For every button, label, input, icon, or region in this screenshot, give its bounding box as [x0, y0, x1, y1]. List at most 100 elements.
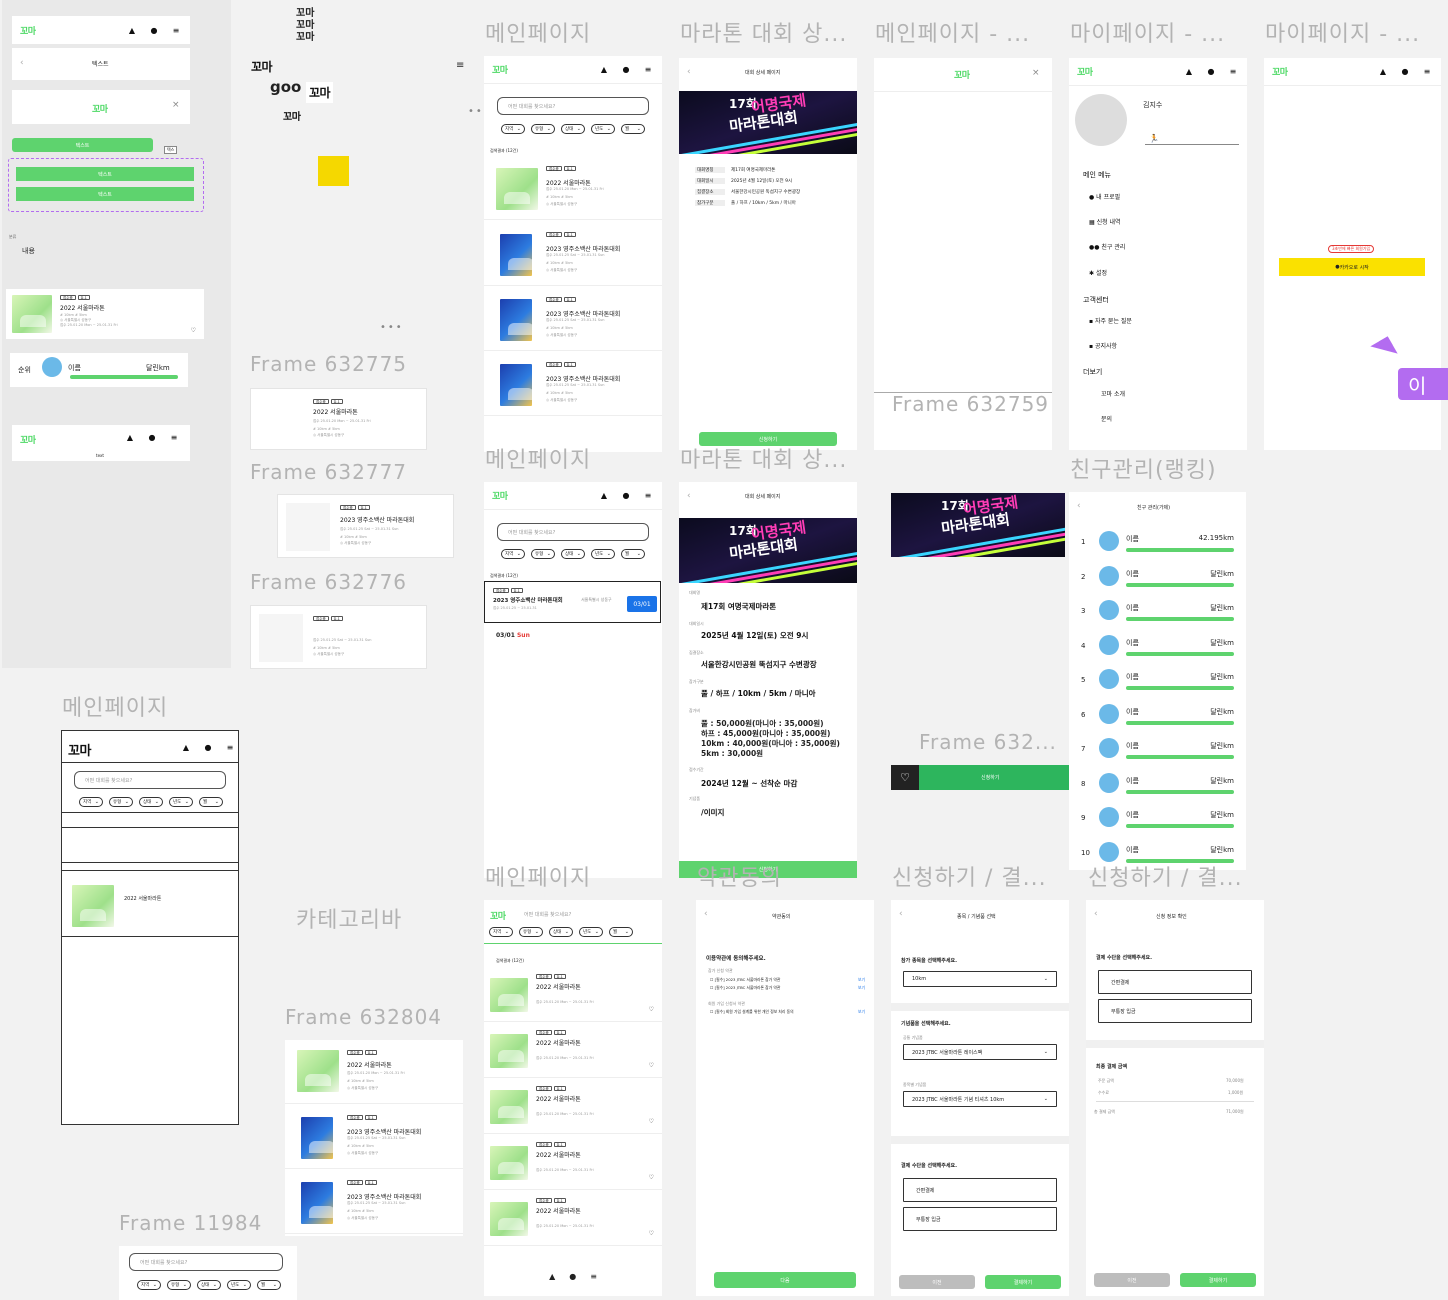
- menu-icon[interactable]: ≡: [456, 60, 464, 71]
- search-input[interactable]: 어떤 대회를 찾으세요?: [74, 771, 226, 789]
- user-icon[interactable]: ●: [148, 24, 160, 36]
- rank-row[interactable]: 1 이름 42.195km: [1069, 526, 1246, 560]
- menu-icon[interactable]: ≡: [642, 490, 654, 502]
- user-icon[interactable]: ●: [620, 490, 632, 502]
- rank-row[interactable]: 6 이름 달린km: [1069, 699, 1246, 733]
- search-input[interactable]: 어떤 대회를 찾으세요?: [129, 1253, 283, 1271]
- pay-easy-option[interactable]: 간편결제: [1098, 970, 1252, 994]
- filter-year[interactable]: 년도 ⌄: [591, 549, 615, 559]
- kakao-login-button[interactable]: ● 카카오로 시작: [1279, 258, 1425, 276]
- search-input[interactable]: 어떤 대회를 찾으세요?: [497, 97, 649, 115]
- list-item[interactable]: 접수중 D-1 2023 영주소백산 마라톤대회 접수 25.01.25 Sat …: [484, 287, 662, 351]
- see-link[interactable]: 보기: [858, 977, 865, 983]
- filter-year[interactable]: 년도 ⌄: [591, 124, 615, 134]
- user-icon[interactable]: ●: [146, 431, 158, 443]
- filter-type[interactable]: 유형 ⌄: [531, 549, 555, 559]
- filter-type[interactable]: 유형 ⌄: [167, 1280, 191, 1290]
- user-icon[interactable]: ●: [620, 64, 632, 76]
- menu-item-contact[interactable]: 문의: [1101, 414, 1112, 423]
- pay-easy-option[interactable]: 간편결제: [903, 1178, 1057, 1202]
- apply-button[interactable]: 신청하기: [981, 774, 999, 781]
- race-card-empty[interactable]: 접수중 D-1 접수 25.01.25 Sat ~ 25.01.31 Sun # …: [250, 605, 427, 669]
- rank-row[interactable]: 5 이름 달린km: [1069, 664, 1246, 698]
- heart-icon[interactable]: ♡: [649, 1174, 654, 1181]
- filter-year[interactable]: 년도 ⌄: [227, 1280, 251, 1290]
- menu-icon[interactable]: ≡: [170, 24, 182, 36]
- pay-button[interactable]: 결제하기: [1180, 1273, 1256, 1287]
- filter-region[interactable]: 지역 ⌄: [501, 549, 525, 559]
- see-link[interactable]: 보기: [858, 985, 865, 991]
- menu-item-profile[interactable]: ● 내 프로필: [1089, 192, 1120, 201]
- heart-button[interactable]: ♡: [891, 765, 919, 790]
- bell-icon[interactable]: ▲: [180, 741, 192, 753]
- user-icon[interactable]: ●: [569, 1272, 576, 1292]
- rank-row[interactable]: 9 이름 달린km: [1069, 802, 1246, 836]
- menu-item-faq[interactable]: ▪ 자주 묻는 질문: [1089, 316, 1132, 325]
- rank-row[interactable]: 2 이름 달린km: [1069, 561, 1246, 595]
- back-icon[interactable]: ‹: [1094, 909, 1098, 919]
- menu-icon[interactable]: ≡: [224, 741, 236, 753]
- bell-icon[interactable]: ▲: [126, 24, 138, 36]
- menu-icon[interactable]: ≡: [1227, 66, 1239, 78]
- filter-region[interactable]: 지역 ⌄: [489, 927, 513, 937]
- gift-select-event[interactable]: 2023 JTBC 서울마라톤 기념 티셔츠 10km ⌄: [903, 1091, 1057, 1107]
- back-icon[interactable]: ‹: [1077, 501, 1081, 511]
- heart-icon[interactable]: ♡: [649, 1006, 654, 1013]
- pay-button[interactable]: 결제하기: [985, 1275, 1061, 1289]
- bell-icon[interactable]: ▲: [124, 431, 136, 443]
- filter-status[interactable]: 상태 ⌄: [139, 797, 163, 807]
- menu-item-settings[interactable]: ✱ 설정: [1089, 268, 1107, 277]
- rank-row[interactable]: 7 이름 달린km: [1069, 733, 1246, 767]
- race-card-small[interactable]: 접수중 D-1 2022 서울마라톤 접수 25.01.20 Mon ~ 25.0…: [250, 388, 427, 450]
- heart-icon[interactable]: ♡: [649, 1062, 654, 1069]
- gift-select-common[interactable]: 2023 JTBC 서울마라톤 레이스팩 ⌄: [903, 1044, 1057, 1060]
- rank-row[interactable]: 3 이름 달린km: [1069, 595, 1246, 629]
- terms-item[interactable]: ☐ [필수] 2023 JTBC 서울마라톤 참가 약관: [710, 985, 780, 991]
- filter-month[interactable]: 월 ⌄: [257, 1280, 281, 1290]
- logo[interactable]: 꼬마: [492, 489, 508, 502]
- back-icon[interactable]: ‹: [899, 909, 903, 919]
- heart-icon[interactable]: ♡: [649, 1118, 654, 1125]
- list-item[interactable]: 접수중 D-1 2022 서울마라톤 접수 25.01.20 Mon ~ 25.0…: [484, 156, 662, 220]
- back-icon[interactable]: ‹: [687, 491, 691, 501]
- list-item[interactable]: 접수중 D-1 2022 서울마라톤 접수 25.01.20 Mon ~ 25.0…: [484, 966, 662, 1022]
- filter-type[interactable]: 유형 ⌄: [109, 797, 133, 807]
- prev-button[interactable]: 이전: [899, 1275, 975, 1289]
- menu-icon[interactable]: ≡: [590, 1272, 597, 1292]
- text-button[interactable]: 텍스트: [12, 138, 153, 152]
- rank-row[interactable]: 4 이름 달린km: [1069, 630, 1246, 664]
- filter-region[interactable]: 지역 ⌄: [501, 124, 525, 134]
- logo[interactable]: 꼬마: [20, 24, 36, 37]
- menu-icon[interactable]: ≡: [168, 431, 180, 443]
- race-card-component[interactable]: 접수중 D-1 2022 서울마라톤 # 10km # 5km ◎ 서울특별시 성…: [6, 289, 204, 339]
- filter-month[interactable]: 월 ⌄: [609, 927, 633, 937]
- filter-month[interactable]: 월 ⌄: [621, 549, 645, 559]
- race-card-small[interactable]: 접수중 D-1 2023 영주소백산 마라톤대회 접수 25.01.25 Sat …: [277, 494, 454, 558]
- filter-type[interactable]: 유형 ⌄: [531, 124, 555, 134]
- event-select[interactable]: 10km ⌄: [903, 971, 1057, 987]
- rank-row[interactable]: 8 이름 달린km: [1069, 768, 1246, 802]
- list-item[interactable]: 접수중 D-1 2023 영주소백산 마라톤대회 접수 25.01.25 Sat …: [484, 222, 662, 286]
- list-item[interactable]: 접수중 D-1 2023 영주소백산 마라톤대회 접수 25.01.25 Sat …: [285, 1105, 463, 1169]
- user-icon[interactable]: ●: [1399, 66, 1411, 78]
- list-item[interactable]: 접수중 D-1 2022 서울마라톤 접수 25.01.20 Mon ~ 25.0…: [285, 1040, 463, 1104]
- back-icon[interactable]: ‹: [704, 909, 708, 919]
- filter-status[interactable]: 상태 ⌄: [561, 549, 585, 559]
- filter-type[interactable]: 유형 ⌄: [519, 927, 543, 937]
- logo[interactable]: 꼬마: [492, 63, 508, 76]
- menu-item-notice[interactable]: ▪ 공지사항: [1089, 341, 1117, 350]
- heart-icon[interactable]: ♡: [191, 327, 196, 334]
- list-item[interactable]: 접수중 D-1 2022 서울마라톤 접수 25.01.20 Mon ~ 25.0…: [484, 1190, 662, 1246]
- logo[interactable]: 꼬마: [1077, 65, 1093, 78]
- logo[interactable]: 꼬마: [490, 909, 506, 922]
- heart-icon[interactable]: ♡: [649, 1230, 654, 1237]
- bell-icon[interactable]: ▲: [1377, 66, 1389, 78]
- filter-region[interactable]: 지역 ⌄: [79, 797, 103, 807]
- search-input[interactable]: 어떤 대회를 찾으세요?: [514, 905, 654, 923]
- bell-icon[interactable]: ▲: [549, 1272, 555, 1292]
- see-link[interactable]: 보기: [858, 1009, 865, 1015]
- date-badge[interactable]: 03/01: [627, 596, 657, 612]
- filter-region[interactable]: 지역 ⌄: [137, 1280, 161, 1290]
- next-button[interactable]: 다음: [714, 1272, 856, 1288]
- filter-year[interactable]: 년도 ⌄: [169, 797, 193, 807]
